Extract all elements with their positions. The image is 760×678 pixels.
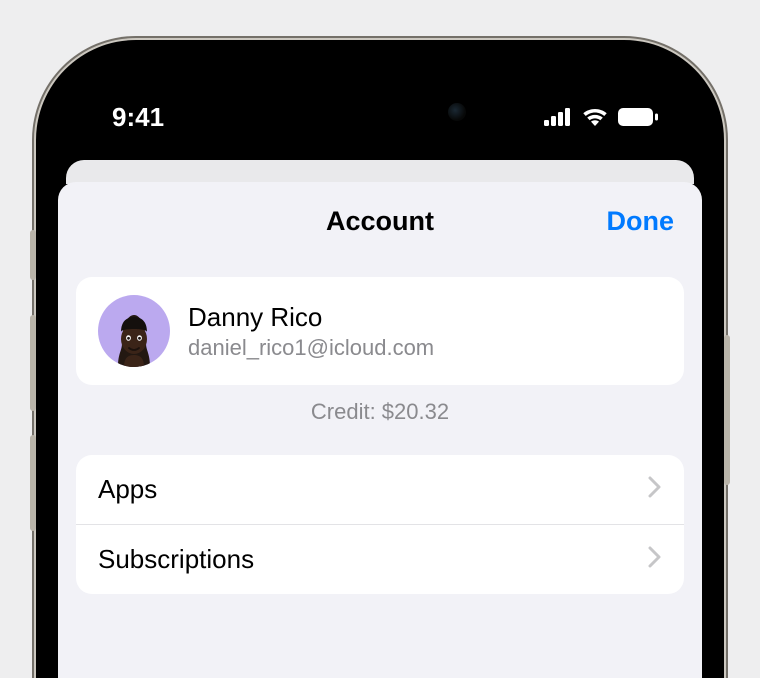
power-button	[724, 335, 730, 485]
background-sheet	[66, 160, 694, 184]
chevron-right-icon	[648, 544, 662, 575]
phone-frame: 9:41	[36, 40, 724, 678]
screen: 9:41	[56, 58, 704, 678]
chevron-right-icon	[648, 474, 662, 505]
battery-icon	[618, 102, 658, 133]
subscriptions-row[interactable]: Subscriptions	[76, 525, 684, 594]
account-sheet: Account Done	[58, 182, 702, 678]
row-label: Apps	[98, 474, 157, 505]
status-time: 9:41	[112, 102, 164, 133]
profile-email: daniel_rico1@icloud.com	[188, 335, 434, 361]
volume-up-button	[30, 315, 36, 411]
profile-name: Danny Rico	[188, 302, 434, 333]
front-camera	[448, 103, 466, 121]
wifi-icon	[582, 102, 608, 133]
profile-text: Danny Rico daniel_rico1@icloud.com	[188, 302, 434, 361]
row-label: Subscriptions	[98, 544, 254, 575]
page-title: Account	[326, 206, 434, 237]
done-button[interactable]: Done	[607, 206, 675, 237]
volume-down-button	[30, 435, 36, 531]
dynamic-island	[280, 88, 480, 136]
avatar	[98, 295, 170, 367]
nav-bar: Account Done	[58, 182, 702, 277]
profile-card[interactable]: Danny Rico daniel_rico1@icloud.com	[76, 277, 684, 385]
credit-label: Credit: $20.32	[58, 385, 702, 455]
status-icons	[544, 102, 658, 133]
menu-list: Apps Subscriptions	[76, 455, 684, 594]
apps-row[interactable]: Apps	[76, 455, 684, 525]
mute-switch	[30, 230, 36, 280]
cellular-icon	[544, 102, 572, 133]
